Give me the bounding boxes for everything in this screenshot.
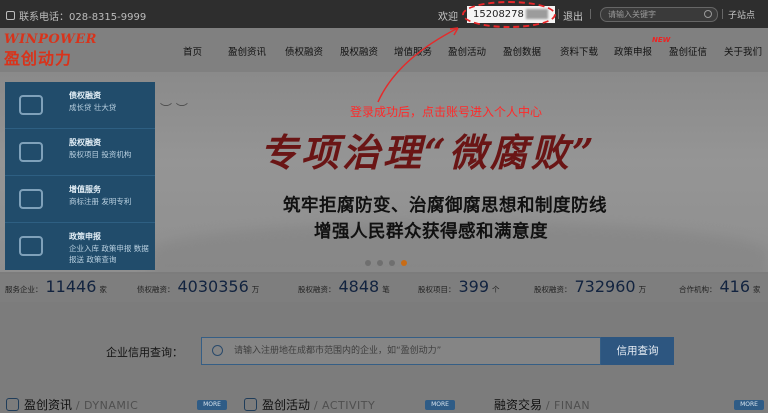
stat-unit: 万: [251, 285, 260, 294]
carousel-dot[interactable]: [365, 260, 371, 266]
stat-value: 11446: [45, 277, 97, 296]
carousel-dot-active[interactable]: [401, 260, 407, 266]
credit-query-label: 企业信用查询：: [106, 346, 183, 359]
topbar-divider: [722, 9, 723, 19]
service-title: 政策申报: [69, 232, 101, 241]
topbar-search-input[interactable]: 请输入关键字: [600, 7, 718, 22]
stat-value: 4030356: [177, 277, 249, 296]
stat-label: 股权融资：: [534, 285, 572, 294]
section-title-cn: 融资交易: [494, 398, 543, 412]
equity-icon: [19, 142, 43, 162]
service-subtitle: 成长贷 壮大贷: [69, 103, 117, 112]
annotation-arrow-icon: [377, 27, 459, 103]
logout-link[interactable]: 退出: [563, 8, 583, 23]
debt-icon: [19, 95, 43, 115]
stat-equity-projects: 股权项目： 399 个: [418, 277, 500, 296]
stat-label: 债权融资：: [137, 285, 175, 294]
service-policy[interactable]: 政策申报 企业入库 政策申报 数据报送 政策查询: [5, 223, 155, 270]
nav-credit[interactable]: 盈创征信: [669, 44, 707, 58]
section-title-cn: 盈创活动: [262, 398, 311, 412]
stat-label: 股权项目：: [418, 285, 456, 294]
credit-query-input[interactable]: 请输入注册地在成都市范围内的企业，如“盈创动力”: [201, 337, 601, 365]
nav-policy[interactable]: 政策申报: [614, 44, 652, 58]
section-finance-title: 融资交易 / FINAN: [494, 396, 590, 413]
service-value-added[interactable]: 增值服务 商标注册 发明专利: [5, 176, 155, 223]
service-subtitle: 商标注册 发明专利: [69, 197, 132, 206]
search-icon: [212, 345, 223, 356]
contact-phone: 联系电话：028-8315-9999: [6, 8, 146, 23]
stat-equity-financing-count: 股权融资： 4848 笔: [298, 277, 390, 296]
news-icon: [6, 398, 19, 411]
service-panel: 债权融资 成长贷 壮大贷 股权融资 股权项目 投资机构 增值服务 商标注册 发明…: [5, 82, 155, 270]
service-title: 债权融资: [69, 91, 101, 100]
contact-phone-text: 联系电话：028-8315-9999: [19, 12, 147, 23]
nav-about[interactable]: 关于我们: [724, 44, 762, 58]
stat-value: 399: [458, 277, 490, 296]
service-equity-financing[interactable]: 股权融资 股权项目 投资机构: [5, 129, 155, 176]
stat-value: 732960: [574, 277, 636, 296]
phone-icon: [6, 11, 15, 20]
stat-equity-financing-amount: 股权融资： 732960 万: [534, 277, 646, 296]
activity-more-button[interactable]: MORE: [425, 400, 455, 410]
stat-unit: 笔: [382, 285, 390, 294]
stat-unit: 家: [753, 285, 761, 294]
topbar-divider: [590, 9, 591, 19]
nav-home[interactable]: 首页: [183, 44, 202, 58]
stat-label: 合作机构：: [679, 285, 717, 294]
stat-debt-financing: 债权融资： 4030356 万: [137, 277, 259, 296]
section-news-title: 盈创资讯 / DYNAMIC: [24, 396, 138, 413]
section-title-en: / FINAN: [545, 399, 591, 412]
finance-more-button[interactable]: MORE: [734, 400, 764, 410]
banner-slogan-line1: 筑牢拒腐防变、治腐御腐思想和制度防线: [283, 196, 607, 216]
carousel-dot[interactable]: [377, 260, 383, 266]
new-badge: NEW: [652, 36, 671, 44]
service-title: 增值服务: [69, 185, 101, 194]
section-title-en: / DYNAMIC: [75, 399, 139, 412]
stat-unit: 个: [492, 285, 500, 294]
site-logo[interactable]: WINPOWER 盈创动力: [4, 32, 130, 68]
carousel-dot[interactable]: [389, 260, 395, 266]
substation-link[interactable]: 子站点: [728, 8, 755, 21]
stat-partners: 合作机构： 416 家: [679, 277, 761, 296]
credit-query-button[interactable]: 信用查询: [601, 337, 674, 365]
stat-value: 416: [719, 277, 751, 296]
activity-icon: [244, 398, 257, 411]
news-more-button[interactable]: MORE: [197, 400, 227, 410]
topbar-divider: [558, 9, 559, 19]
nav-data[interactable]: 盈创数据: [503, 44, 541, 58]
building-icon: [19, 236, 43, 256]
nav-downloads[interactable]: 资料下载: [560, 44, 598, 58]
section-title-en: / ACTIVITY: [313, 399, 376, 412]
stat-unit: 家: [99, 285, 107, 294]
carousel-dots: [365, 260, 407, 266]
stats-bar: 服务企业： 11446 家 债权融资： 4030356 万 股权融资： 4848…: [0, 274, 768, 302]
stat-unit: 万: [638, 285, 647, 294]
stat-label: 股权融资：: [298, 285, 336, 294]
topbar-search-placeholder: 请输入关键字: [608, 10, 656, 19]
logo-chinese: 盈创动力: [4, 49, 73, 68]
stat-value: 4848: [338, 277, 380, 296]
stat-label: 服务企业：: [5, 285, 43, 294]
nav-debt-financing[interactable]: 债权融资: [285, 44, 323, 58]
section-activity-title: 盈创活动 / ACTIVITY: [262, 396, 375, 413]
section-title-cn: 盈创资讯: [24, 398, 73, 412]
banner-slogan-line2: 增强人民群众获得感和满意度: [314, 222, 548, 242]
service-debt-financing[interactable]: 债权融资 成长贷 壮大贷: [5, 82, 155, 129]
service-subtitle: 股权项目 投资机构: [69, 150, 132, 159]
search-icon[interactable]: [704, 10, 712, 18]
nav-news[interactable]: 盈创资讯: [228, 44, 266, 58]
service-subtitle: 企业入库 政策申报 数据报送 政策查询: [69, 244, 149, 264]
login-annotation: 登录成功后，点击账号进入个人中心: [350, 105, 543, 119]
value-added-icon: [19, 189, 43, 209]
service-title: 股权融资: [69, 138, 101, 147]
stat-service-companies: 服务企业： 11446 家: [5, 277, 107, 296]
banner-calligraphy: 专项治理“微腐败”: [260, 130, 597, 175]
birds-decoration: ︶ ︶: [160, 102, 188, 116]
